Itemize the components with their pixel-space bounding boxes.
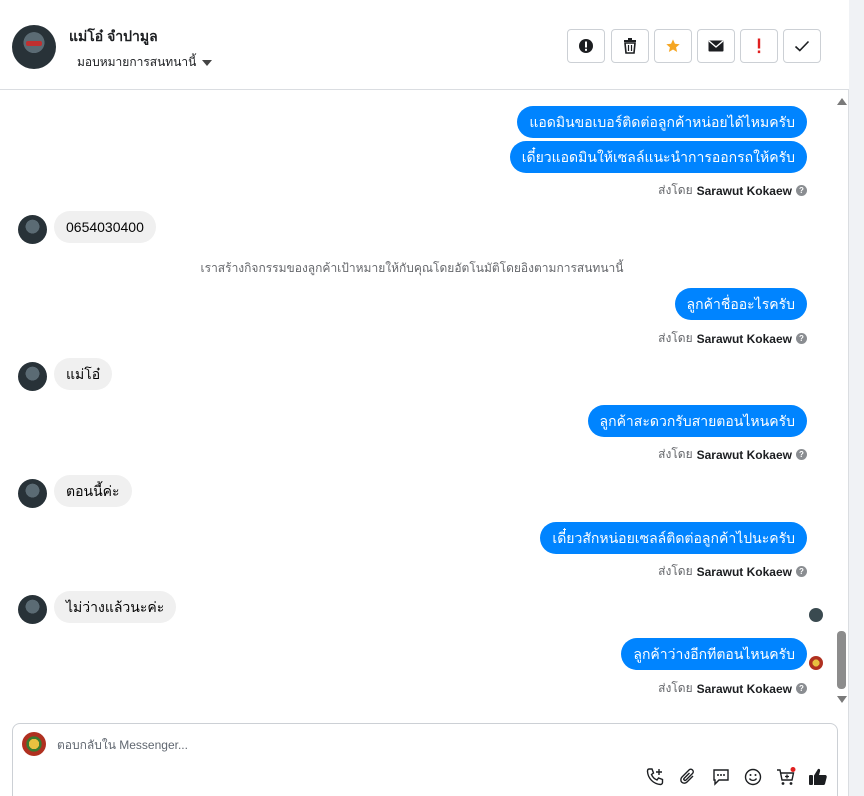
conversation-panel: แม่โอ๋ จำปามูล มอบหมายการสนทนานี้ แอดมิน…: [0, 0, 849, 796]
sender-name[interactable]: Sarawut Kokaew: [697, 332, 792, 346]
seen-indicator-avatar: [809, 608, 823, 622]
assign-conversation-dropdown[interactable]: มอบหมายการสนทนานี้: [77, 53, 213, 72]
system-note: เราสร้างกิจกรรมของลูกค้าเป้าหมายให้กับคุ…: [200, 261, 624, 275]
help-icon[interactable]: ?: [796, 333, 807, 344]
scroll-down-icon[interactable]: [837, 696, 847, 703]
call-add-icon: [646, 768, 664, 786]
outgoing-message[interactable]: ลูกค้าว่างอีกทีตอนไหนครับ: [621, 638, 807, 670]
conversation-header: แม่โอ๋ จำปามูล มอบหมายการสนทนานี้: [0, 0, 849, 90]
cart-icon: [777, 767, 796, 785]
attach-button[interactable]: [677, 766, 699, 788]
reply-composer: [12, 723, 838, 796]
outgoing-message[interactable]: เดี๋ยวสักหน่อยเซลล์ติดต่อลูกค้าไปนะครับ: [540, 522, 807, 554]
emoji-button[interactable]: [742, 766, 764, 788]
assign-label: มอบหมายการสนทนานี้: [77, 55, 197, 69]
contact-avatar[interactable]: [12, 25, 56, 69]
attachment-icon: [680, 768, 694, 784]
emoji-icon: [744, 768, 762, 786]
thread-scrollbar[interactable]: [834, 90, 849, 712]
mark-spam-button[interactable]: [740, 29, 778, 63]
check-icon: [794, 40, 810, 52]
incoming-message[interactable]: 0654030400: [54, 211, 156, 243]
star-button[interactable]: [654, 29, 692, 63]
incoming-message[interactable]: แม่โอ๋: [54, 358, 113, 390]
outgoing-message[interactable]: แอดมินขอเบอร์ติดต่อลูกค้าหน่อยได้ไหมครับ: [517, 106, 807, 138]
message-thread[interactable]: แอดมินขอเบอร์ติดต่อลูกค้าหน่อยได้ไหมครับ…: [0, 90, 849, 712]
sent-by-prefix: ส่งโดย: [658, 564, 693, 578]
reply-input[interactable]: [57, 736, 657, 754]
help-icon[interactable]: ?: [796, 185, 807, 196]
contact-name[interactable]: แม่โอ๋ จำปามูล: [69, 26, 158, 48]
cart-button[interactable]: [775, 766, 797, 788]
sender-name[interactable]: Sarawut Kokaew: [697, 565, 792, 579]
report-button[interactable]: [567, 29, 605, 63]
contact-avatar-small: [18, 215, 47, 244]
outgoing-message[interactable]: ลูกค้าชื่ออะไรครับ: [674, 288, 807, 320]
sent-by-label: ส่งโดย Sarawut Kokaew ?: [658, 181, 807, 200]
saved-reply-icon: [713, 769, 729, 786]
scroll-up-icon[interactable]: [837, 98, 847, 105]
seen-indicator-page: [809, 656, 823, 670]
sent-by-prefix: ส่งโดย: [658, 183, 693, 197]
saved-replies-button[interactable]: [710, 766, 732, 788]
sent-by-prefix: ส่งโดย: [658, 447, 693, 461]
like-button[interactable]: [807, 766, 829, 788]
mail-icon: [708, 40, 724, 52]
outgoing-message[interactable]: ลูกค้าสะดวกรับสายตอนไหนครับ: [587, 405, 807, 437]
sent-by-label: ส่งโดย Sarawut Kokaew ?: [658, 562, 807, 581]
caret-down-icon: [202, 59, 213, 66]
scroll-thumb[interactable]: [837, 631, 846, 689]
delete-button[interactable]: [611, 29, 649, 63]
sent-by-label: ส่งโดย Sarawut Kokaew ?: [658, 679, 807, 698]
incoming-message[interactable]: ตอนนี้ค่ะ: [54, 475, 132, 507]
contact-avatar-small: [18, 362, 47, 391]
help-icon[interactable]: ?: [796, 566, 807, 577]
page-avatar: [22, 732, 46, 756]
like-icon: [809, 768, 827, 785]
sender-name[interactable]: Sarawut Kokaew: [697, 682, 792, 696]
star-icon: [666, 39, 680, 52]
report-icon: [579, 39, 593, 53]
sent-by-label: ส่งโดย Sarawut Kokaew ?: [658, 329, 807, 348]
incoming-message[interactable]: ไม่ว่างแล้วนะค่ะ: [54, 591, 177, 623]
call-button[interactable]: [644, 766, 666, 788]
help-icon[interactable]: ?: [796, 449, 807, 460]
exclamation-icon: [757, 38, 761, 54]
contact-avatar-small: [18, 479, 47, 508]
mark-unread-button[interactable]: [697, 29, 735, 63]
sent-by-prefix: ส่งโดย: [658, 681, 693, 695]
sender-name[interactable]: Sarawut Kokaew: [697, 184, 792, 198]
mark-done-button[interactable]: [783, 29, 821, 63]
trash-icon: [624, 38, 636, 54]
sender-name[interactable]: Sarawut Kokaew: [697, 448, 792, 462]
contact-avatar-small: [18, 595, 47, 624]
help-icon[interactable]: ?: [796, 683, 807, 694]
outgoing-message[interactable]: เดี๋ยวแอดมินให้เซลล์แนะนำการออกรถให้ครับ: [509, 141, 807, 173]
sent-by-label: ส่งโดย Sarawut Kokaew ?: [658, 445, 807, 464]
sent-by-prefix: ส่งโดย: [658, 331, 693, 345]
